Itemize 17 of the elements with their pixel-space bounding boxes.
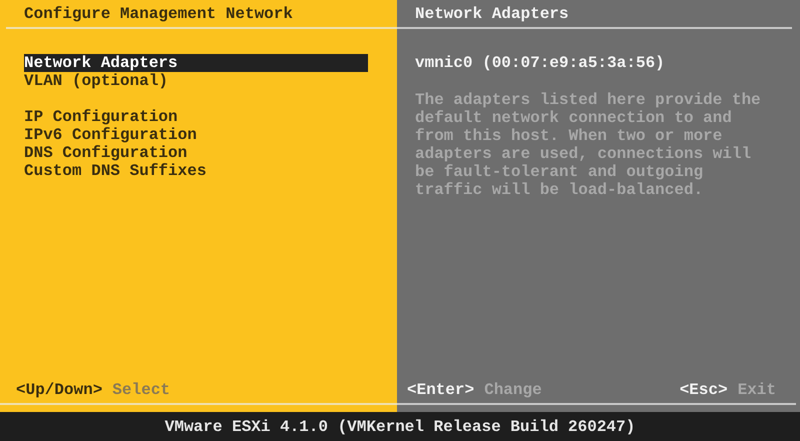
panel-title: Configure Management Network — [24, 4, 293, 22]
key-label: <Up/Down> — [16, 381, 102, 399]
key-label: <Esc> — [680, 381, 728, 399]
menu-item[interactable]: Network Adapters — [24, 54, 368, 72]
key-label: <Enter> — [407, 381, 474, 399]
menu-item[interactable]: DNS Configuration — [24, 144, 368, 162]
action-label: Exit — [738, 381, 776, 399]
menu-item[interactable]: IP Configuration — [24, 108, 368, 126]
description-text: The adapters listed here provide the default network connection to and from this host. When two or more adapters are used, connections will be fault-tolerant and outgoing traffic will be load-balanced. — [415, 91, 761, 199]
menu-item[interactable]: VLAN (optional) — [24, 72, 368, 90]
menu-item[interactable]: IPv6 Configuration — [24, 126, 368, 144]
panel-title: Network Adapters — [415, 4, 569, 22]
action-label: Select — [112, 381, 170, 399]
adapter-label: vmnic0 (00:07:e9:a5:3a:56) — [415, 54, 666, 72]
status-bar: VMware ESXi 4.1.0 (VMKernel Release Build 260247) — [0, 412, 800, 441]
menu-item[interactable]: Custom DNS Suffixes — [24, 162, 368, 180]
action-label: Change — [484, 381, 542, 399]
